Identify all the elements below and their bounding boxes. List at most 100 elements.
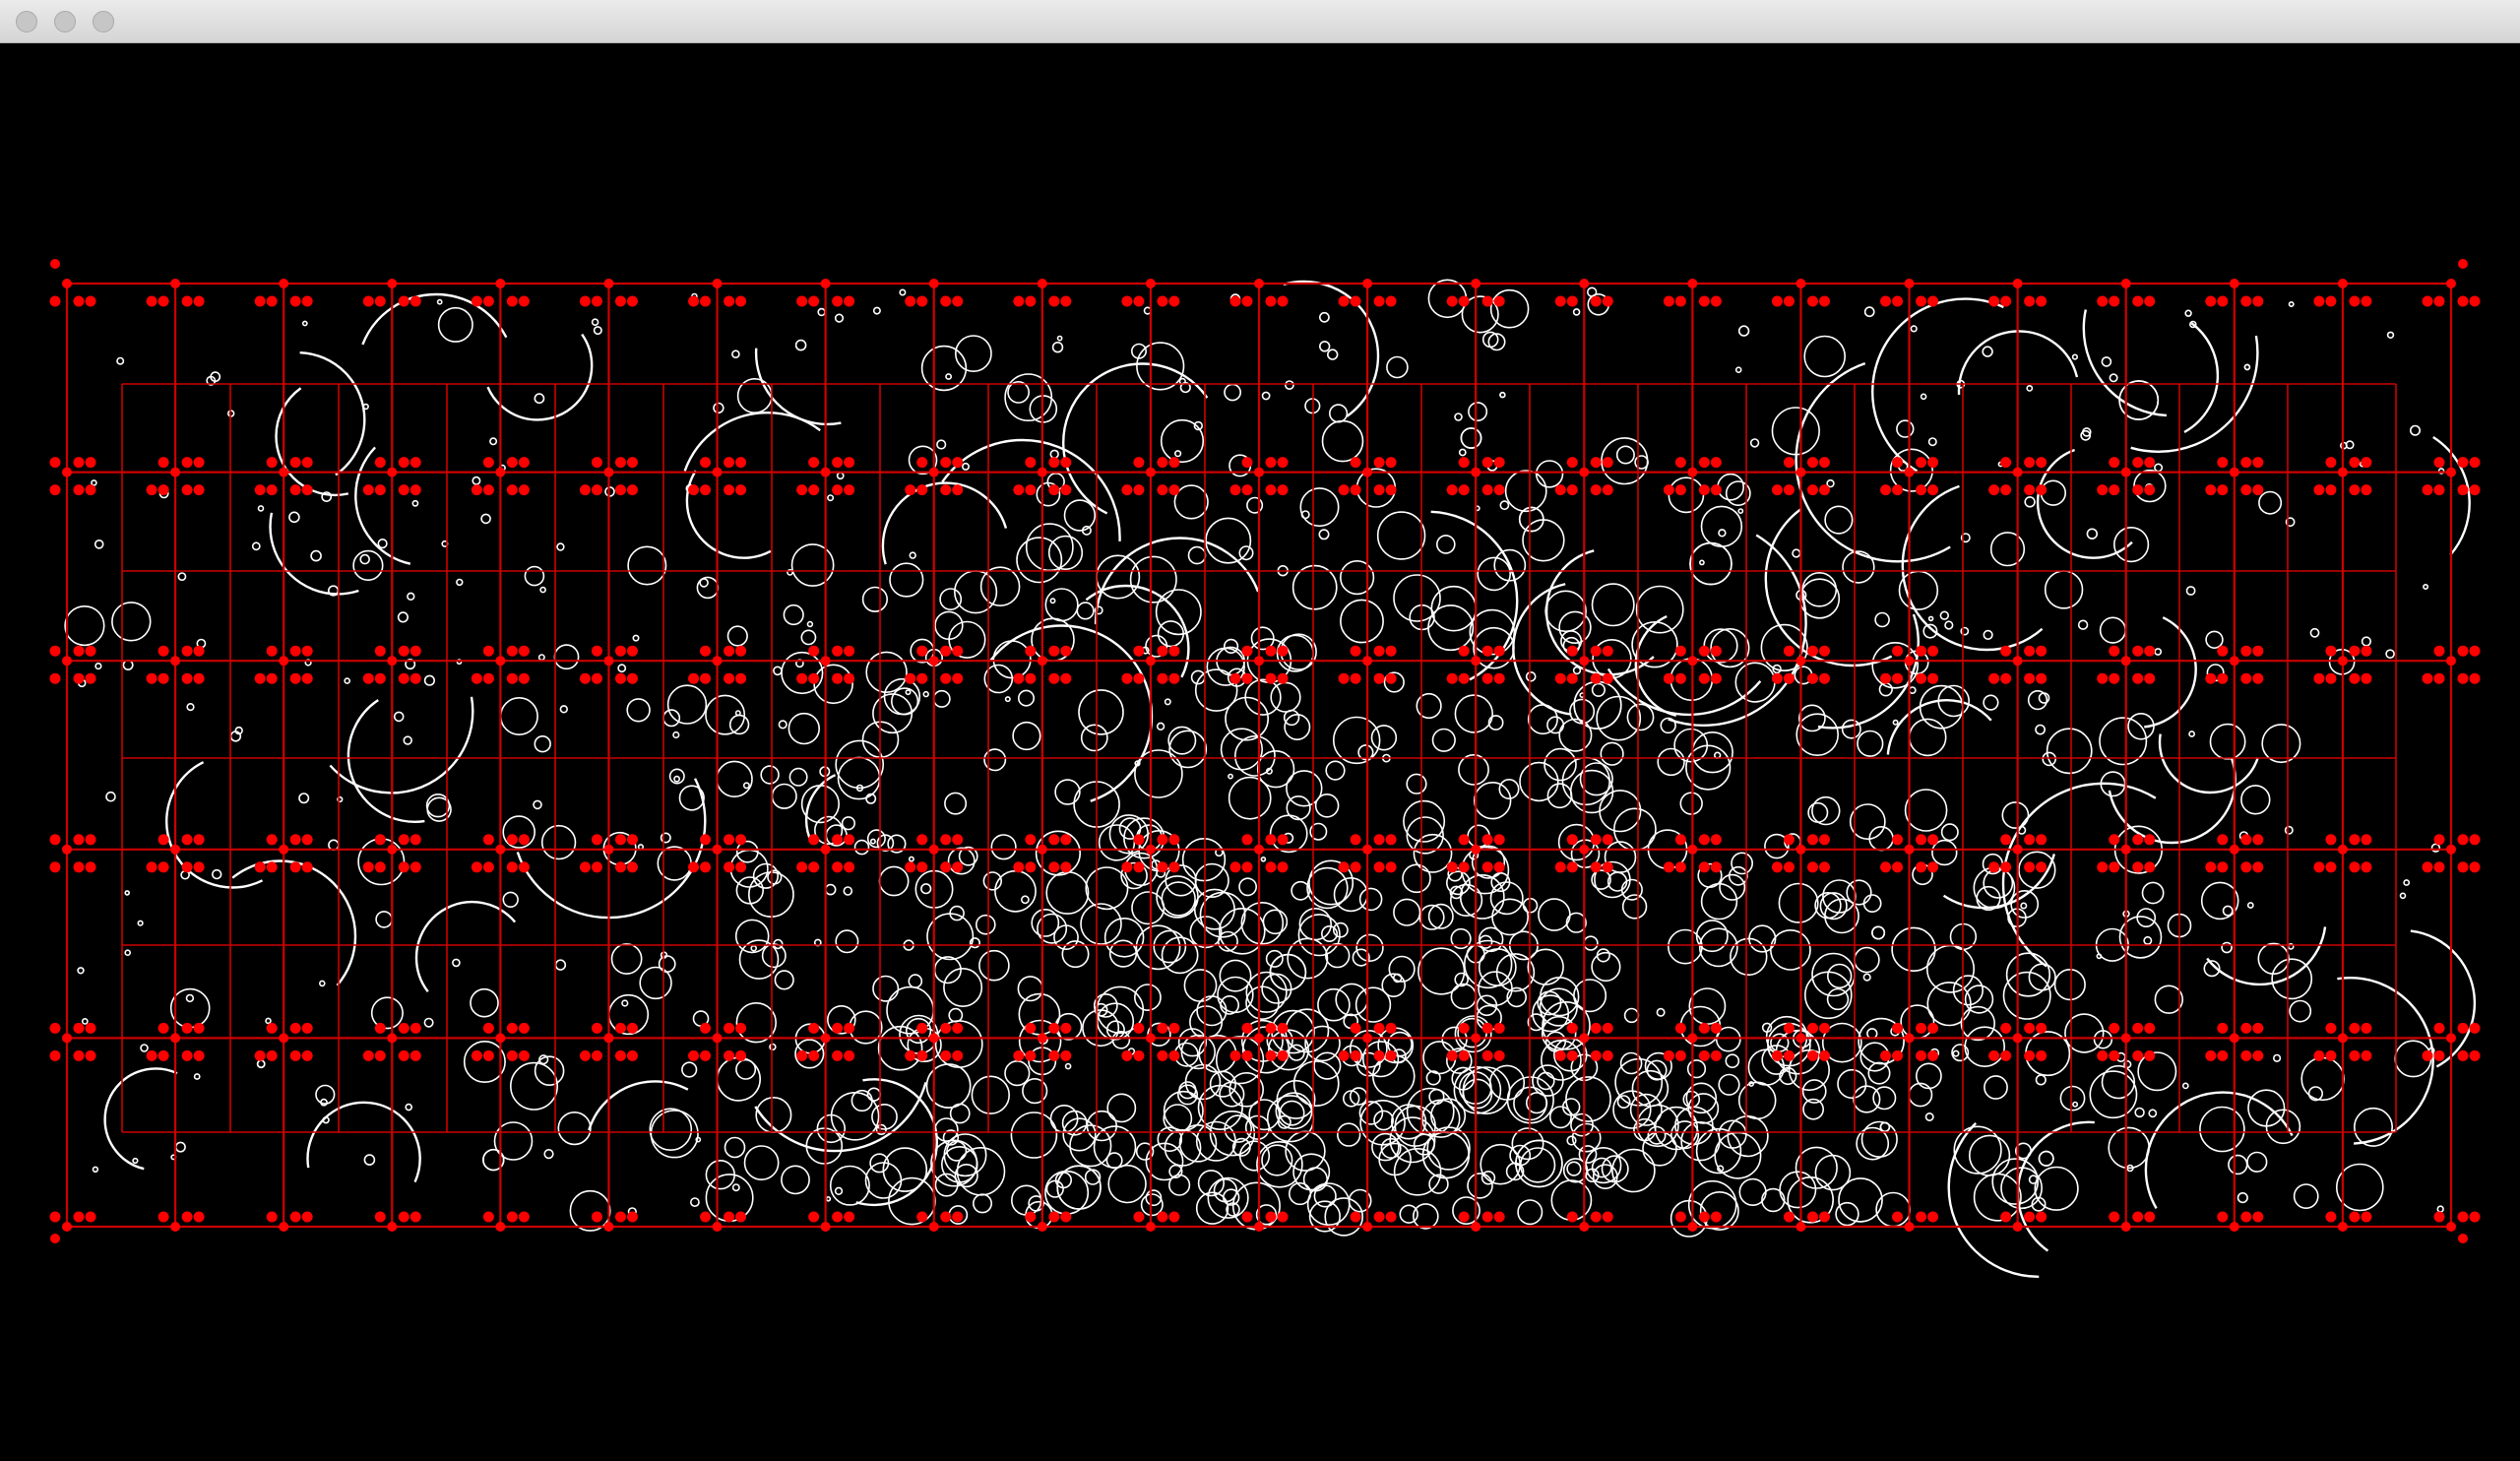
grid-node [1385, 672, 1397, 684]
grid-node [832, 834, 844, 846]
grid-node [482, 484, 494, 496]
particle-circle [1177, 1028, 1207, 1057]
particle-dot [734, 710, 741, 717]
particle-circle [1270, 681, 1301, 713]
particle-dot [2109, 373, 2118, 383]
grid-node [1458, 1211, 1470, 1223]
particle-circle [1635, 585, 1684, 634]
large-arc [103, 1067, 208, 1172]
grid-node [2469, 295, 2481, 307]
grid-node [688, 672, 700, 684]
grid-node [506, 457, 518, 469]
grid-node [844, 834, 855, 846]
particle-dot [1049, 598, 1056, 604]
particle-dot [961, 462, 970, 471]
large-arc [2036, 445, 2151, 559]
grid-node [73, 295, 85, 307]
grid-node [1277, 1049, 1289, 1061]
particle-dot [2071, 353, 2078, 360]
grid-node [1880, 672, 1892, 684]
particle-dot [1734, 366, 1742, 374]
particle-circle [502, 891, 519, 908]
particle-dot [185, 993, 195, 1003]
grid-node [85, 457, 96, 469]
grid-node [1145, 1033, 1156, 1044]
particle-circle [1849, 803, 1886, 841]
particle-circle [375, 911, 393, 928]
close-button[interactable] [16, 11, 37, 32]
grid-node [1254, 844, 1264, 855]
grid-node [146, 484, 158, 496]
grid-node [2240, 1049, 2252, 1061]
corner-marker [50, 259, 60, 269]
grid-node [374, 834, 386, 846]
grid-node [2361, 1211, 2372, 1223]
grid-node [73, 457, 85, 469]
grid-node [1554, 484, 1566, 496]
grid-node [724, 1211, 735, 1223]
grid-node [1806, 834, 1818, 846]
particle-circle [835, 929, 859, 954]
grid-node [1471, 656, 1481, 667]
particle-dot [2403, 879, 2411, 886]
particle-dot [778, 720, 788, 730]
large-arc [1062, 362, 1223, 524]
particle-dot [534, 393, 545, 405]
title-bar[interactable] [0, 0, 2520, 43]
particle-dot [905, 689, 912, 696]
grid-node [2433, 1049, 2445, 1061]
grid-node [1037, 844, 1047, 855]
grid-node [193, 861, 205, 873]
grid-node [2325, 1211, 2337, 1223]
grid-node [398, 457, 410, 469]
grid-node [2229, 1222, 2239, 1232]
particle-dot [1944, 620, 1954, 630]
grid-node [2457, 1022, 2469, 1034]
grid-node [688, 1049, 700, 1061]
particle-circle [1454, 694, 1494, 733]
grid-node [1566, 1022, 1578, 1034]
grid-node [387, 467, 398, 477]
render-canvas[interactable] [0, 43, 2520, 1461]
grid-node [1818, 672, 1830, 684]
grid-node [2361, 645, 2372, 657]
particle-circle [878, 865, 910, 897]
maximize-button[interactable] [93, 11, 114, 32]
particle-circle [2137, 1051, 2177, 1092]
particle-dot [397, 611, 410, 623]
grid-node [1254, 1222, 1264, 1232]
grid-node [1493, 1049, 1505, 1061]
grid-node [1385, 457, 1397, 469]
particle-circle [829, 1165, 870, 1206]
large-arc [1634, 610, 1743, 719]
grid-node [1471, 467, 1481, 477]
grid-node [158, 1049, 169, 1061]
particle-circle [1725, 1053, 1740, 1068]
particle-dot [1261, 391, 1271, 401]
grid-node [928, 467, 939, 477]
particle-circle [734, 919, 770, 954]
particle-dot [699, 578, 709, 588]
grid-node [1806, 861, 1818, 873]
subdivision-grid [65, 282, 2453, 1229]
grid-node [735, 1022, 747, 1034]
particle-circle [2059, 1085, 2086, 1112]
grid-node [1265, 1211, 1277, 1223]
grid-node [1916, 1022, 1927, 1034]
minimize-button[interactable] [54, 11, 76, 32]
grid-node [1350, 834, 1361, 846]
grid-node [518, 1049, 530, 1061]
particle-circle [1691, 730, 1733, 774]
grid-node [181, 672, 193, 684]
particle-circle [1900, 1004, 1935, 1040]
particle-circle [1103, 917, 1145, 958]
particle-circle [853, 839, 870, 856]
grid-node [591, 1022, 602, 1034]
particle-dot [480, 513, 491, 525]
grid-node [1048, 1211, 1060, 1223]
particle-dot [1318, 341, 1331, 352]
particle-circle [470, 987, 499, 1018]
grid-node [279, 467, 289, 477]
grid-node [1338, 1049, 1350, 1061]
grid-node [1133, 672, 1145, 684]
